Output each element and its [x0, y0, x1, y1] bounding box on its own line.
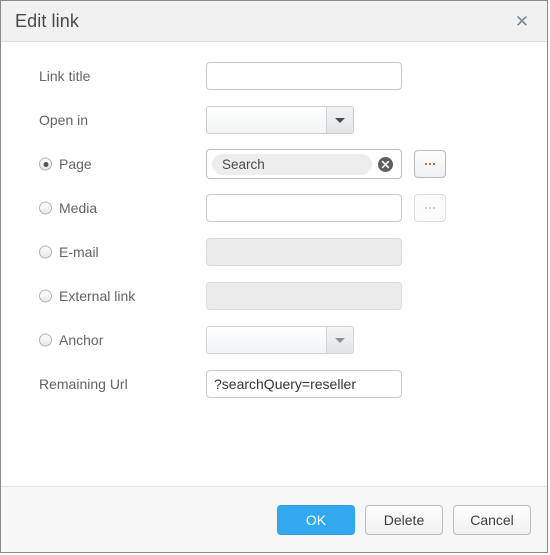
page-browse-button[interactable] — [414, 150, 446, 178]
page-input[interactable]: Search — [206, 149, 402, 179]
remaining-url-label: Remaining Url — [39, 376, 128, 392]
external-link-label: External link — [59, 288, 136, 304]
anchor-label: Anchor — [59, 332, 104, 348]
row-link-title: Link title — [1, 59, 547, 93]
delete-button[interactable]: Delete — [365, 504, 443, 535]
radio-media[interactable] — [39, 201, 52, 215]
cancel-button[interactable]: Cancel — [453, 504, 531, 535]
clear-circle-icon[interactable] — [378, 156, 393, 172]
radio-anchor[interactable] — [39, 333, 52, 347]
dialog-body: Link title Open in Page Search Media E-m… — [1, 42, 547, 486]
page-label: Page — [59, 156, 92, 172]
link-title-input[interactable] — [206, 62, 402, 90]
row-anchor: Anchor — [1, 323, 547, 357]
email-input — [206, 238, 402, 266]
row-open-in: Open in — [1, 103, 547, 137]
chevron-down-icon — [326, 107, 353, 133]
radio-page[interactable] — [39, 157, 52, 171]
edit-link-dialog: Edit link ✕ Link title Open in Page Sear… — [0, 0, 548, 553]
media-input[interactable] — [206, 194, 402, 222]
dialog-title: Edit link — [15, 10, 79, 31]
media-browse-button — [414, 194, 446, 222]
row-remaining-url: Remaining Url — [1, 367, 547, 401]
page-selected-tag: Search — [212, 153, 372, 175]
email-label: E-mail — [59, 244, 99, 260]
row-external-link: External link — [1, 279, 547, 313]
close-icon[interactable]: ✕ — [511, 10, 533, 32]
open-in-value — [207, 107, 326, 133]
radio-email[interactable] — [39, 245, 52, 259]
media-label: Media — [59, 200, 98, 216]
row-media: Media — [1, 191, 547, 225]
dialog-titlebar: Edit link ✕ — [1, 1, 547, 42]
link-title-label: Link title — [39, 68, 91, 84]
anchor-value — [207, 327, 326, 353]
row-page: Page Search — [1, 147, 547, 181]
radio-external-link[interactable] — [39, 289, 52, 303]
open-in-select[interactable] — [206, 106, 354, 134]
row-email: E-mail — [1, 235, 547, 269]
anchor-select[interactable] — [206, 326, 354, 354]
open-in-label: Open in — [39, 112, 89, 128]
chevron-down-icon — [326, 327, 353, 353]
ok-button[interactable]: OK — [277, 504, 355, 535]
dialog-footer: OK Delete Cancel — [1, 486, 547, 552]
external-link-input — [206, 282, 402, 310]
remaining-url-input[interactable] — [206, 370, 402, 398]
